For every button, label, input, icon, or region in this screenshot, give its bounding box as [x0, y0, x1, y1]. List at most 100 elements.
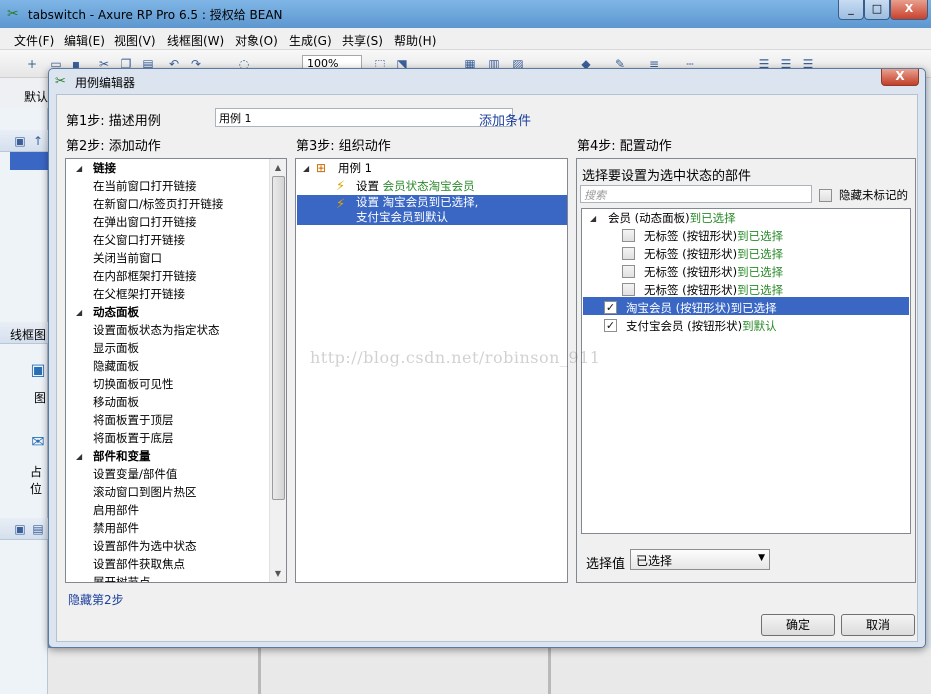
- action-item[interactable]: 切换面板可见性: [93, 375, 174, 393]
- collapse-arrow-icon[interactable]: ◢: [76, 452, 86, 462]
- group-links[interactable]: 链接: [93, 159, 116, 177]
- action-item[interactable]: 隐藏面板: [93, 357, 139, 375]
- menubar: 文件(F) 编辑(E) 视图(V) 线框图(W) 对象(O) 生成(G) 共享(…: [0, 28, 931, 50]
- menu-help[interactable]: 帮助(H): [394, 32, 436, 49]
- image-widget-icon[interactable]: ▣: [30, 362, 46, 378]
- minimize-button[interactable]: _: [838, 0, 864, 20]
- configure-action-panel: 选择要设置为选中状态的部件 搜索 隐藏未标记的 ◢ 会员 (动态面板)到已选择 …: [576, 158, 916, 583]
- placeholder-widget-icon[interactable]: ✉: [30, 434, 46, 450]
- action-item[interactable]: 设置变量/部件值: [93, 465, 177, 483]
- widget-row[interactable]: 无标签 (按钮形状)到已选择: [644, 227, 783, 245]
- action-item[interactable]: 设置面板状态为指定状态: [93, 321, 220, 339]
- widget-state: 到已选择: [689, 211, 736, 225]
- left-pane: ▣ ↑ 线框图 ▣ 图 ✉ 占位 ▣ ▤: [0, 108, 48, 694]
- menu-view[interactable]: 视图(V): [114, 32, 156, 49]
- action-item[interactable]: 将面板置于顶层: [93, 411, 174, 429]
- widget-checkbox[interactable]: [622, 247, 635, 260]
- action-item[interactable]: 设置部件获取焦点: [93, 555, 185, 573]
- maximize-button[interactable]: □: [864, 0, 890, 20]
- sitemap-header: ▣ ↑: [0, 130, 48, 152]
- collapse-arrow-icon[interactable]: ◢: [303, 164, 313, 174]
- group-dynamic-panel[interactable]: 动态面板: [93, 303, 139, 321]
- widget-checkbox[interactable]: [622, 229, 635, 242]
- select-value-dropdown[interactable]: 已选择 ▼: [630, 549, 770, 570]
- collapse-arrow-icon[interactable]: ◢: [76, 164, 86, 174]
- action-item[interactable]: 在新窗口/标签页打开链接: [93, 195, 223, 213]
- ok-button[interactable]: 确定: [761, 614, 835, 636]
- action-item[interactable]: 在内部框架打开链接: [93, 267, 197, 285]
- widget-search-input[interactable]: 搜索: [580, 185, 812, 203]
- collapse-arrow-icon[interactable]: ◢: [590, 214, 600, 224]
- select-widgets-prompt: 选择要设置为选中状态的部件: [582, 169, 752, 184]
- menu-share[interactable]: 共享(S): [342, 32, 383, 49]
- cancel-button[interactable]: 取消: [841, 614, 915, 636]
- action-node[interactable]: 设置 会员状态淘宝会员: [356, 177, 475, 195]
- selected-action-line1[interactable]: 设置 淘宝会员到已选择,: [356, 195, 478, 210]
- wireframe-library-header: 线框图: [0, 322, 48, 344]
- menu-wireframe[interactable]: 线框图(W): [167, 32, 224, 49]
- action-item[interactable]: 禁用部件: [93, 519, 139, 537]
- select-value-current: 已选择: [636, 554, 673, 568]
- action-item[interactable]: 展开树节点: [93, 573, 151, 582]
- widget-state: 到已选择: [737, 283, 784, 297]
- widget-row[interactable]: 支付宝会员 (按钮形状)到默认: [626, 317, 777, 335]
- scroll-up-icon[interactable]: ▲: [270, 159, 286, 176]
- widget-row[interactable]: 无标签 (按钮形状)到已选择: [644, 245, 783, 263]
- dialog-close-button[interactable]: X: [881, 69, 919, 86]
- add-condition-link[interactable]: 添加条件: [479, 110, 531, 129]
- widget-name: 无标签 (按钮形状): [644, 283, 738, 297]
- action-item[interactable]: 移动面板: [93, 393, 139, 411]
- case-node[interactable]: 用例 1: [338, 159, 372, 177]
- add-master-icon[interactable]: ▣: [12, 521, 28, 537]
- menu-edit[interactable]: 编辑(E): [64, 32, 105, 49]
- widget-checkbox[interactable]: [622, 265, 635, 278]
- action-item[interactable]: 在弹出窗口打开链接: [93, 213, 197, 231]
- widget-checkbox[interactable]: [622, 283, 635, 296]
- widget-group-row[interactable]: 会员 (动态面板)到已选择: [608, 209, 736, 227]
- sitemap-selected-page[interactable]: [10, 152, 48, 170]
- step3-label: 第3步: 组织动作: [296, 139, 391, 154]
- app-titlebar: ✂ tabswitch - Axure RP Pro 6.5 : 授权给 BEA…: [0, 0, 931, 28]
- step1-label: 第1步: 描述用例: [66, 114, 161, 129]
- style-select[interactable]: 默认: [24, 88, 48, 105]
- axure-app-icon: ✂: [7, 6, 19, 22]
- move-up-icon[interactable]: ↑: [30, 133, 46, 149]
- hide-unmarked-checkbox[interactable]: [819, 189, 832, 202]
- master-folder-icon[interactable]: ▤: [30, 521, 46, 537]
- action-item[interactable]: 将面板置于底层: [93, 429, 174, 447]
- add-page-icon[interactable]: ▣: [12, 133, 28, 149]
- menu-object[interactable]: 对象(O): [235, 32, 278, 49]
- widget-checkbox-checked[interactable]: ✓: [604, 319, 617, 332]
- menu-generate[interactable]: 生成(G): [289, 32, 332, 49]
- widget-state: 到已选择: [737, 265, 784, 279]
- scroll-thumb[interactable]: [272, 176, 285, 500]
- group-widgets-variables[interactable]: 部件和变量: [93, 447, 151, 465]
- selected-action-line2[interactable]: 支付宝会员到默认: [356, 210, 448, 225]
- hide-unmarked-label: 隐藏未标记的: [839, 188, 908, 202]
- widget-row-selected[interactable]: 淘宝会员 (按钮形状)到已选择: [626, 299, 777, 317]
- action-item[interactable]: 关闭当前窗口: [93, 249, 162, 267]
- collapse-arrow-icon[interactable]: ◢: [76, 308, 86, 318]
- widget-row[interactable]: 无标签 (按钮形状)到已选择: [644, 263, 783, 281]
- case-name-input[interactable]: 用例 1: [215, 108, 513, 127]
- menu-file[interactable]: 文件(F): [14, 32, 54, 49]
- app-close-button[interactable]: X: [890, 0, 928, 20]
- widget-checkbox-checked[interactable]: ✓: [604, 301, 617, 314]
- action-item[interactable]: 在父框架打开链接: [93, 285, 185, 303]
- action-item[interactable]: 设置部件为选中状态: [93, 537, 197, 555]
- new-file-icon[interactable]: +: [24, 56, 40, 72]
- scroll-down-icon[interactable]: ▼: [270, 565, 286, 582]
- action-item[interactable]: 滚动窗口到图片热区: [93, 483, 197, 501]
- wireframe-library-label: 线框图: [10, 328, 47, 342]
- action-item[interactable]: 在父窗口打开链接: [93, 231, 185, 249]
- hide-step2-link[interactable]: 隐藏第2步: [68, 591, 124, 608]
- actions-scrollbar[interactable]: ▲ ▼: [269, 159, 286, 582]
- dropdown-arrow-icon: ▼: [758, 553, 765, 563]
- step4-label: 第4步: 配置动作: [577, 139, 672, 154]
- widget-row[interactable]: 无标签 (按钮形状)到已选择: [644, 281, 783, 299]
- action-item[interactable]: 启用部件: [93, 501, 139, 519]
- widget-name: 淘宝会员 (按钮形状): [626, 301, 731, 315]
- step2-label: 第2步: 添加动作: [66, 139, 161, 154]
- action-item[interactable]: 显示面板: [93, 339, 139, 357]
- action-item[interactable]: 在当前窗口打开链接: [93, 177, 197, 195]
